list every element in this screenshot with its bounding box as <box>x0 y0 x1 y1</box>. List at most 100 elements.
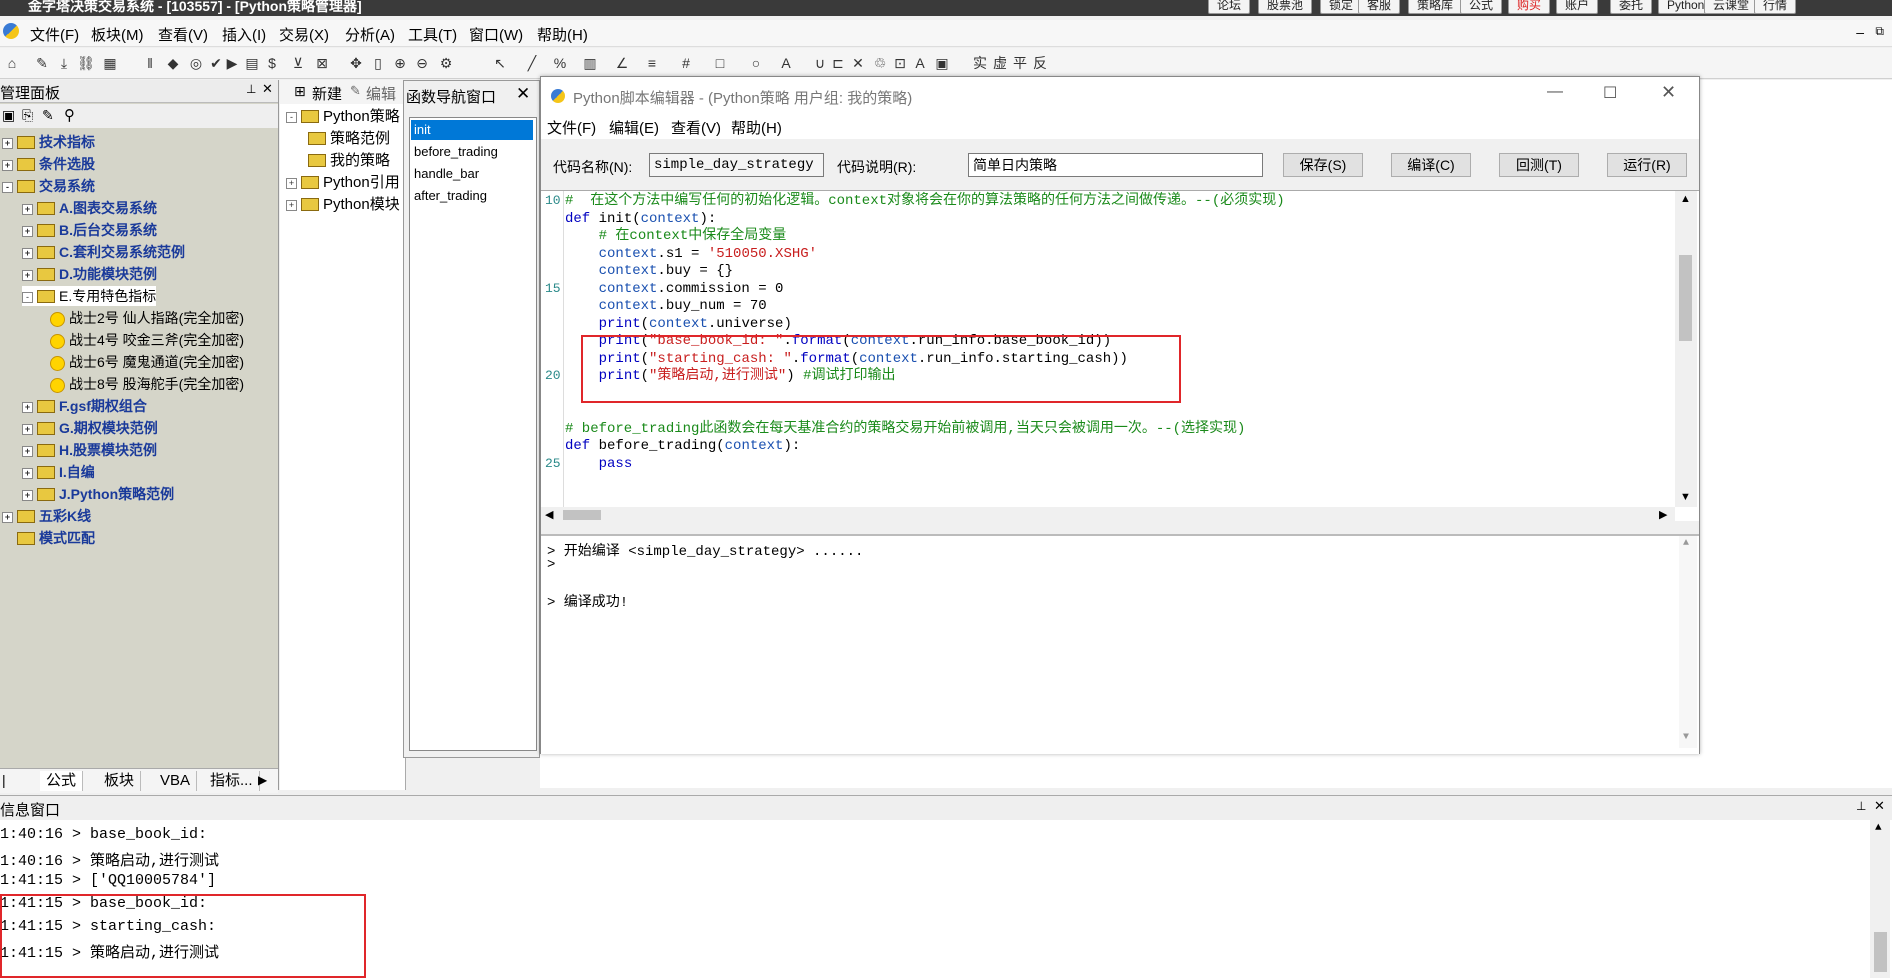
editor-close-icon[interactable]: ✕ <box>1661 82 1676 103</box>
menu-item-1[interactable]: 板块(M) <box>91 24 144 45</box>
info-scroll-up-icon[interactable]: ▲ <box>1875 822 1882 834</box>
cross-icon[interactable]: ✕ <box>848 53 868 73</box>
top-button-11[interactable]: 行情 <box>1754 0 1797 14</box>
grid-icon[interactable]: ▦ <box>100 53 120 73</box>
expand-icon[interactable]: + <box>22 247 33 259</box>
menu-item-7[interactable]: 窗口(W) <box>469 24 523 45</box>
flat-icon[interactable]: 平 <box>1010 53 1030 73</box>
doc-icon[interactable]: ▤ <box>242 53 262 73</box>
function-nav-close-icon[interactable]: ✕ <box>516 84 530 104</box>
menu-item-0[interactable]: 文件(F) <box>30 24 79 45</box>
strategy-tree-item[interactable]: 策略范例 <box>308 128 390 148</box>
cursor-icon[interactable]: ↖ <box>490 53 510 73</box>
solid-icon[interactable]: 实 <box>970 53 990 73</box>
lock-icon[interactable]: ⊡ <box>890 53 910 73</box>
edit-formula-icon[interactable]: ✎ <box>42 107 54 124</box>
editor-button-3[interactable]: 运行(R) <box>1607 153 1687 177</box>
expand-icon[interactable]: + <box>22 423 33 435</box>
column-icon[interactable]: ▯ <box>368 53 388 73</box>
collapse-icon[interactable]: - <box>286 111 297 123</box>
expand-icon[interactable]: + <box>2 137 13 149</box>
tree-item[interactable]: 战士6号 魔鬼通道(完全加密) <box>50 352 244 372</box>
new-strategy-icon[interactable]: ⊞ <box>294 83 306 100</box>
info-scrollbar[interactable]: ▲ <box>1870 820 1890 978</box>
dollar-icon[interactable]: $ <box>262 53 282 73</box>
top-button-4[interactable]: 策略库 <box>1408 0 1463 14</box>
edit-strategy-icon[interactable]: ✎ <box>350 83 361 99</box>
calc-icon[interactable]: ⊠ <box>312 53 332 73</box>
top-button-10[interactable]: 云课堂 <box>1704 0 1759 14</box>
link-icon[interactable]: ⛓ <box>76 53 96 73</box>
menu-item-8[interactable]: 帮助(H) <box>537 24 588 45</box>
h-scroll-thumb[interactable] <box>563 510 601 520</box>
collapse-icon[interactable]: - <box>22 291 33 303</box>
function-item-after_trading[interactable]: after_trading <box>411 186 533 206</box>
angle-icon[interactable]: ∠ <box>612 53 632 73</box>
code-desc-input[interactable]: 简单日内策略 <box>968 153 1263 177</box>
percent-icon[interactable]: % <box>550 53 570 73</box>
scroll-up-icon[interactable]: ▲ <box>1680 193 1691 205</box>
editor-button-1[interactable]: 编译(C) <box>1391 153 1471 177</box>
restore-window-icon[interactable]: – <box>1856 24 1864 40</box>
tree-item[interactable]: 战士4号 咬金三斧(完全加密) <box>50 330 244 350</box>
expand-icon[interactable]: + <box>286 177 297 189</box>
new-strategy-button[interactable]: 新建 <box>312 83 342 104</box>
expand-icon[interactable]: + <box>22 401 33 413</box>
tree-item[interactable]: - 交易系统 <box>2 176 95 196</box>
filter-icon[interactable]: ⊻ <box>288 53 308 73</box>
function-item-handle_bar[interactable]: handle_bar <box>411 164 533 184</box>
tree-item[interactable]: + 技术指标 <box>2 132 95 152</box>
zoom-out-icon[interactable]: ⊖ <box>412 53 432 73</box>
editor-menu-item-2[interactable]: 查看(V) <box>671 117 721 138</box>
output-scroll-up-icon[interactable]: ▲ <box>1683 538 1689 549</box>
tree-item[interactable]: + G.期权模块范例 <box>22 418 158 438</box>
editor-button-2[interactable]: 回测(T) <box>1499 153 1579 177</box>
diamond-icon[interactable]: ◆ <box>163 53 183 73</box>
expand-icon[interactable]: + <box>22 269 33 281</box>
menu-item-6[interactable]: 工具(T) <box>408 24 457 45</box>
info-scroll-thumb[interactable] <box>1874 932 1887 972</box>
download-icon[interactable]: ⤓ <box>54 53 74 73</box>
scroll-thumb[interactable] <box>1679 255 1692 341</box>
copy-formula-icon[interactable]: ⎘ <box>22 107 33 124</box>
expand-icon[interactable]: + <box>22 225 33 237</box>
pin-icon[interactable]: ⊥ <box>246 82 256 96</box>
editor-menu-item-1[interactable]: 编辑(E) <box>609 117 659 138</box>
expand-icon[interactable]: + <box>22 467 33 479</box>
tree-item[interactable]: + J.Python策略范例 <box>22 484 174 504</box>
scroll-right-icon[interactable]: ▶ <box>1659 508 1667 521</box>
text-icon[interactable]: A <box>776 53 796 73</box>
code-horizontal-scrollbar[interactable]: ◀ ▶ <box>541 507 1675 523</box>
panel-tab-2[interactable]: VBA <box>154 771 198 791</box>
circle-icon[interactable]: ○ <box>746 53 766 73</box>
gann-icon[interactable]: # <box>676 53 696 73</box>
line-icon[interactable]: ╱ <box>522 53 542 73</box>
top-button-8[interactable]: 委托 <box>1610 0 1653 14</box>
maximize-icon[interactable]: ☐ <box>1603 83 1617 103</box>
move-icon[interactable]: ✥ <box>346 53 366 73</box>
collapse-icon[interactable]: - <box>2 181 13 193</box>
search-icon[interactable]: ⚲ <box>64 106 75 124</box>
target-icon[interactable]: ◎ <box>186 53 206 73</box>
top-button-2[interactable]: 锁定 <box>1320 0 1363 14</box>
zoom-in-icon[interactable]: ⊕ <box>390 53 410 73</box>
output-scroll-down-icon[interactable]: ▼ <box>1683 732 1689 743</box>
close-window-icon[interactable]: ⧉ <box>1875 24 1884 39</box>
strategy-tree-item[interactable]: + Python模块 <box>286 194 400 214</box>
code-vertical-scrollbar[interactable]: ▲ ▼ <box>1675 191 1697 507</box>
reverse-icon[interactable]: 反 <box>1030 53 1050 73</box>
tree-item[interactable]: 战士2号 仙人指路(完全加密) <box>50 308 244 328</box>
top-button-1[interactable]: 股票池 <box>1258 0 1313 14</box>
tab-scroll-left-icon[interactable]: | <box>2 772 6 788</box>
info-pin-icon[interactable]: ⊥ <box>1856 799 1866 813</box>
editor-menu-item-3[interactable]: 帮助(H) <box>731 117 782 138</box>
scroll-down-icon[interactable]: ▼ <box>1680 491 1691 503</box>
expand-icon[interactable]: + <box>286 199 297 211</box>
expand-icon[interactable]: + <box>22 203 33 215</box>
menu-item-2[interactable]: 查看(V) <box>158 24 208 45</box>
home-icon[interactable]: ⌂ <box>2 53 22 73</box>
editor-button-0[interactable]: 保存(S) <box>1283 153 1363 177</box>
rect-icon[interactable]: □ <box>710 53 730 73</box>
trash-icon[interactable]: ♲ <box>870 53 890 73</box>
panel-tab-1[interactable]: 板块 <box>98 771 142 791</box>
